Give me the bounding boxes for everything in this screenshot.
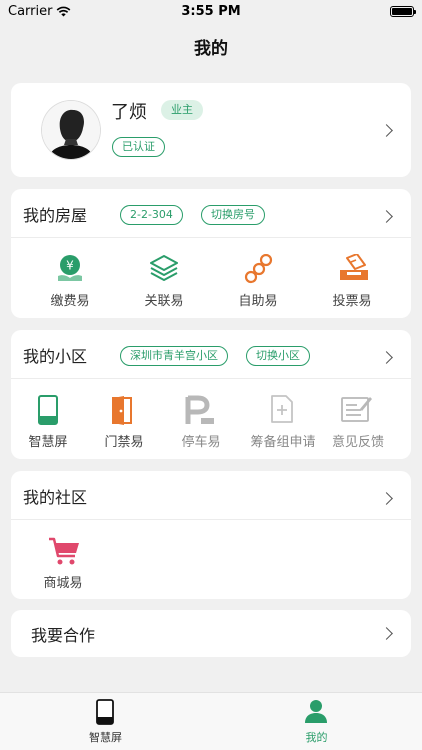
smart-screen-icon [38,395,58,425]
profile-card[interactable]: 了烦 业主 已认证 [11,83,411,177]
smart-screen-icon [96,699,114,725]
vote-icon [340,254,368,280]
community-name-badge: 深圳市青羊宫小区 [120,346,228,366]
service-door[interactable]: 门禁易 [84,379,164,459]
cart-icon [49,537,79,565]
service-application[interactable]: 筹备组申请 [235,379,331,459]
service-label: 投票易 [332,294,372,309]
chevron-right-icon[interactable] [380,124,393,137]
house-header[interactable]: 我的房屋 2-2-304 切换房号 [11,189,411,238]
house-services: ¥ 缴费易 关联易 自助易 投票易 [11,238,411,318]
layers-icon [150,255,178,281]
avatar-image [42,101,100,159]
house-title: 我的房屋 [23,206,88,225]
society-title: 我的社区 [23,488,88,507]
switch-community-button[interactable]: 切换小区 [246,346,310,366]
svg-text:¥: ¥ [66,259,74,273]
community-card: 我的小区 深圳市青羊宫小区 切换小区 智慧屏 门禁易 停车易 筹备组申请 意见反… [11,330,411,459]
society-header[interactable]: 我的社区 [11,471,411,520]
community-services: 智慧屏 门禁易 停车易 筹备组申请 意见反馈 [11,379,411,459]
service-label: 停车易 [181,435,221,450]
status-bar: Carrier 3:55 PM [0,0,422,24]
avatar[interactable] [42,101,100,159]
chevron-right-icon[interactable] [380,492,393,505]
service-label: 自助易 [238,294,278,309]
service-label: 缴费易 [50,294,90,309]
chevron-right-icon[interactable] [380,210,393,223]
service-parking[interactable]: 停车易 [161,379,241,459]
cooperation-title: 我要合作 [31,626,96,645]
verified-badge: 已认证 [112,137,165,157]
service-label: 门禁易 [104,435,144,450]
owner-badge: 业主 [161,100,203,120]
service-self-help[interactable]: 自助易 [211,238,305,318]
parking-icon [185,395,214,424]
service-feedback[interactable]: 意见反馈 [318,379,398,459]
service-label: 意见反馈 [331,435,384,450]
user-icon [305,700,327,723]
service-smart-screen[interactable]: 智慧屏 [11,379,88,459]
community-title: 我的小区 [23,347,88,366]
house-card: 我的房屋 2-2-304 切换房号 ¥ 缴费易 关联易 自助易 投票易 [11,189,411,318]
chevron-right-icon[interactable] [380,351,393,364]
tab-bar: 智慧屏 我的 [0,692,422,750]
tab-label: 智慧屏 [89,731,122,744]
society-card: 我的社区 商城易 [11,471,411,599]
user-name: 了烦 [111,102,147,123]
room-number-badge: 2-2-304 [120,205,183,225]
service-label: 筹备组申请 [250,435,316,450]
page-title: 我的 [194,39,228,59]
clock: 3:55 PM [181,4,241,19]
tab-smart-screen[interactable]: 智慧屏 [0,693,211,750]
service-label: 智慧屏 [28,435,68,450]
tab-label: 我的 [305,731,328,744]
service-label: 商城易 [43,576,83,591]
door-icon [112,396,132,425]
payment-icon: ¥ [58,255,82,281]
service-vote[interactable]: 投票易 [305,238,399,318]
society-services: 商城易 [11,520,411,599]
application-icon [271,395,293,423]
service-payment[interactable]: ¥ 缴费易 [23,238,117,318]
tab-mine[interactable]: 我的 [211,693,422,750]
cooperation-card[interactable]: 我要合作 [11,610,411,657]
community-header[interactable]: 我的小区 深圳市青羊宫小区 切换小区 [11,330,411,379]
service-label: 关联易 [144,294,184,309]
service-link[interactable]: 关联易 [117,238,211,318]
switch-room-button[interactable]: 切换房号 [201,205,265,225]
battery-icon [390,6,416,17]
feedback-icon [341,397,372,422]
self-service-icon [244,254,273,284]
chevron-right-icon[interactable] [380,627,393,640]
service-mall[interactable]: 商城易 [15,520,111,599]
